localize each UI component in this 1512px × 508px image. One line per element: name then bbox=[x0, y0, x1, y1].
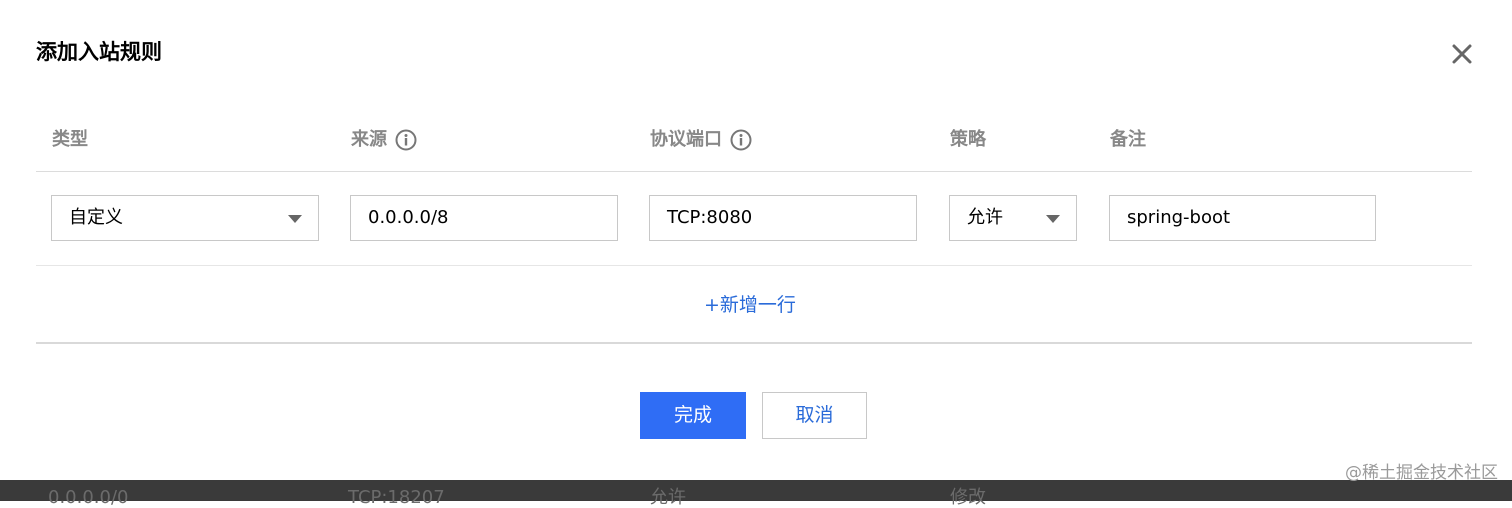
protocol-port-input[interactable]: TCP:8080 bbox=[649, 195, 917, 241]
add-inbound-rule-dialog: 添加入站规则 类型 来源 协议端口 策略 备注 自定义 0.0.0.0/8 TC… bbox=[0, 0, 1512, 480]
close-icon[interactable] bbox=[1448, 40, 1476, 68]
background-row-port: TCP:18207 bbox=[348, 487, 445, 508]
source-input[interactable]: 0.0.0.0/8 bbox=[350, 195, 618, 241]
add-row-link[interactable]: +新增一行 bbox=[704, 290, 796, 320]
type-select[interactable]: 自定义 bbox=[51, 195, 319, 241]
policy-select-value: 允许 bbox=[967, 207, 1003, 228]
source-input-value: 0.0.0.0/8 bbox=[368, 207, 449, 228]
background-row-action: 修改 bbox=[950, 487, 986, 508]
column-header-protocol-port: 协议端口 bbox=[650, 120, 752, 160]
caret-down-icon bbox=[288, 215, 302, 223]
table-bottom-divider bbox=[36, 342, 1472, 344]
column-header-remark: 备注 bbox=[1110, 120, 1146, 160]
background-overlay-strip bbox=[0, 480, 1512, 501]
column-header-source: 来源 bbox=[351, 120, 417, 160]
dialog-title: 添加入站规则 bbox=[36, 40, 162, 64]
column-header-label: 备注 bbox=[1110, 129, 1146, 150]
cancel-button[interactable]: 取消 bbox=[762, 392, 867, 439]
column-header-policy: 策略 bbox=[950, 120, 986, 160]
column-header-label: 类型 bbox=[52, 129, 88, 150]
confirm-button[interactable]: 完成 bbox=[640, 392, 746, 439]
info-circle-icon[interactable] bbox=[395, 129, 417, 151]
type-select-value: 自定义 bbox=[69, 207, 123, 228]
column-header-label: 来源 bbox=[351, 129, 387, 150]
column-header-label: 策略 bbox=[950, 129, 986, 150]
background-row-policy: 允许 bbox=[650, 487, 686, 508]
background-row-source: 0.0.0.0/0 bbox=[48, 487, 129, 508]
protocol-port-input-value: TCP:8080 bbox=[667, 207, 753, 228]
policy-select[interactable]: 允许 bbox=[949, 195, 1077, 241]
info-circle-icon[interactable] bbox=[730, 129, 752, 151]
column-header-label: 协议端口 bbox=[650, 129, 722, 150]
column-header-type: 类型 bbox=[52, 120, 88, 160]
remark-input[interactable]: spring-boot bbox=[1109, 195, 1376, 241]
header-divider bbox=[36, 171, 1472, 172]
watermark: @稀土掘金技术社区 bbox=[1345, 463, 1498, 483]
table-header: 类型 来源 协议端口 策略 备注 bbox=[0, 120, 1512, 160]
remark-input-value: spring-boot bbox=[1127, 207, 1231, 228]
caret-down-icon bbox=[1046, 215, 1060, 223]
row-divider bbox=[36, 265, 1472, 266]
